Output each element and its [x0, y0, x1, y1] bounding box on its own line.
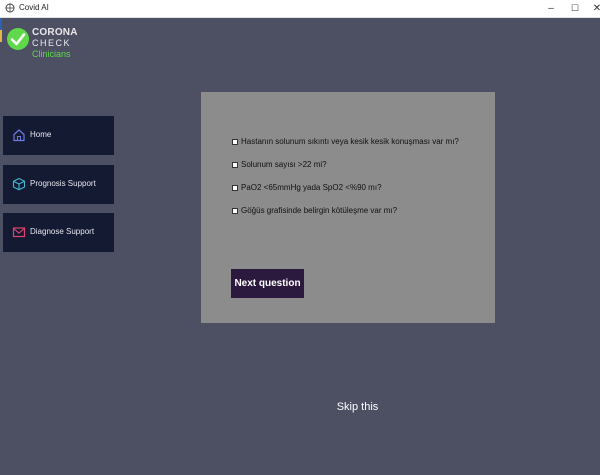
option-checkbox[interactable] [232, 208, 238, 214]
sidebar-item-diagnose-support[interactable]: Diagnose Support [3, 213, 114, 252]
sidebar-item-label: Prognosis Support [30, 179, 96, 188]
title-bar: Covid AI – ☐ ✕ [0, 0, 600, 18]
next-question-button[interactable]: Next question [231, 269, 304, 298]
option-label: Hastanın solunum sıkıntı veya kesik kesi… [241, 137, 459, 146]
logo-text-clinicians: Clinicians [32, 49, 71, 59]
checkmark-logo-icon [7, 28, 29, 50]
logo: CORONA CHECK Clinicians [6, 27, 86, 61]
skip-this-link[interactable]: Skip this [320, 401, 395, 413]
minimize-button[interactable]: – [540, 0, 562, 18]
option-label: Göğüs grafisinde belirgin kötüleşme var … [241, 206, 398, 215]
close-button[interactable]: ✕ [586, 0, 600, 18]
option-checkbox[interactable] [232, 185, 238, 191]
logo-text-check: CHECK [32, 38, 72, 48]
edge-accent-blue [0, 18, 2, 30]
option-checkbox[interactable] [232, 162, 238, 168]
logo-text-corona: CORONA [32, 27, 78, 38]
mail-icon [12, 227, 26, 238]
window-title: Covid AI [19, 3, 49, 12]
app-icon [5, 3, 15, 13]
maximize-button[interactable]: ☐ [564, 0, 586, 18]
edge-accent-yellow [0, 30, 2, 42]
sidebar-item-label: Home [30, 130, 52, 139]
home-icon [13, 129, 25, 142]
question-panel: Hastanın solunum sıkıntı veya kesik kesi… [201, 92, 495, 323]
option-label: PaO2 <65mmHg yada SpO2 <%90 mı? [241, 183, 382, 192]
cube-icon [12, 177, 26, 191]
sidebar-item-prognosis-support[interactable]: Prognosis Support [3, 165, 114, 204]
sidebar-item-label: Diagnose Support [30, 227, 95, 236]
sidebar-item-home[interactable]: Home [3, 116, 114, 155]
option-checkbox[interactable] [232, 139, 238, 145]
option-label: Solunum sayısı >22 mi? [241, 160, 327, 169]
window-edge [0, 18, 2, 475]
